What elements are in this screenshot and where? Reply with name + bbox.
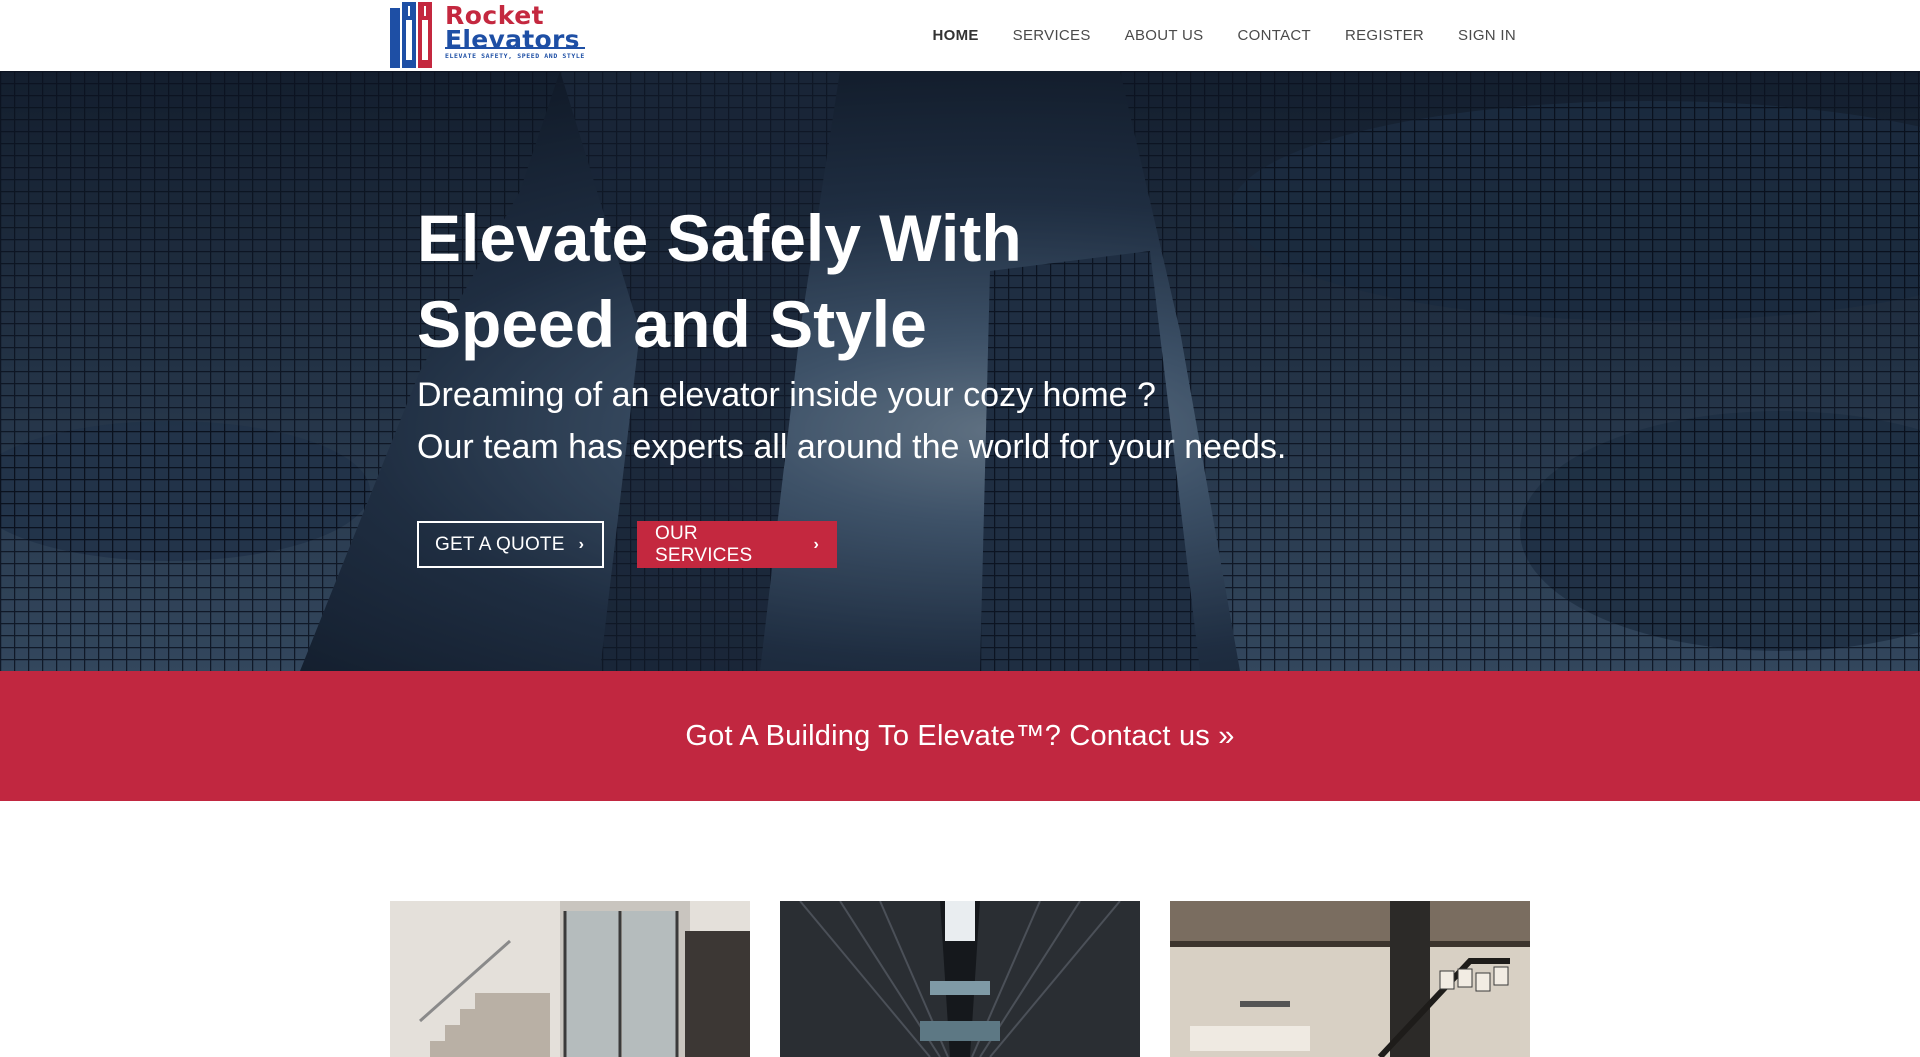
nav-about-us[interactable]: ABOUT US	[1125, 27, 1204, 44]
card-image-home-elevator[interactable]	[390, 901, 750, 1057]
loft-interior-image	[1170, 901, 1530, 1057]
hero-subtitle-line1: Dreaming of an elevator inside your cozy…	[417, 376, 1156, 414]
hero-title: Elevate Safely With Speed and Style	[417, 195, 1177, 367]
card-image-elevator-shaft[interactable]	[780, 901, 1140, 1057]
nav-sign-in[interactable]: SIGN IN	[1458, 27, 1516, 44]
card-image-loft-elevator[interactable]	[1170, 901, 1530, 1057]
nav-register[interactable]: REGISTER	[1345, 27, 1424, 44]
main-menu: HOME SERVICES ABOUT US CONTACT REGISTER …	[898, 0, 1516, 71]
brand-underline	[445, 47, 585, 49]
staircase-elevator-image	[390, 901, 750, 1057]
chevron-right-icon: ›	[813, 535, 819, 553]
brand-tagline: ELEVATE SAFETY, SPEED AND STYLE	[445, 52, 585, 60]
nav-services[interactable]: SERVICES	[1013, 27, 1091, 44]
hero-subtitle-line2: Our team has experts all around the worl…	[417, 428, 1287, 466]
hero-title-line2: Speed and Style	[417, 287, 927, 361]
elevator-shaft-image	[780, 901, 1140, 1057]
hero-section: Elevate Safely With Speed and Style Drea…	[0, 71, 1920, 671]
chevron-right-icon: ›	[578, 535, 585, 553]
nav-contact[interactable]: CONTACT	[1237, 27, 1310, 44]
hero-subtitle: Dreaming of an elevator inside your cozy…	[417, 369, 1286, 473]
our-services-label: OUR SERVICES	[655, 522, 753, 566]
navbar: Rocket Elevators ELEVATE SAFETY, SPEED A…	[0, 0, 1920, 71]
get-a-quote-label: GET A QUOTE	[435, 533, 565, 555]
brand-logo[interactable]: Rocket Elevators ELEVATE SAFETY, SPEED A…	[388, 0, 588, 71]
hero-title-line1: Elevate Safely With	[417, 201, 1022, 275]
contact-us-link[interactable]: Got A Building To Elevate™? Contact us »	[685, 720, 1234, 753]
get-a-quote-button[interactable]: GET A QUOTE ›	[417, 521, 604, 568]
our-services-button[interactable]: OUR SERVICES ›	[637, 521, 837, 568]
nav-home[interactable]: HOME	[932, 27, 978, 44]
elevator-logo-icon	[390, 2, 432, 68]
contact-cta-band: Got A Building To Elevate™? Contact us »	[0, 671, 1920, 801]
